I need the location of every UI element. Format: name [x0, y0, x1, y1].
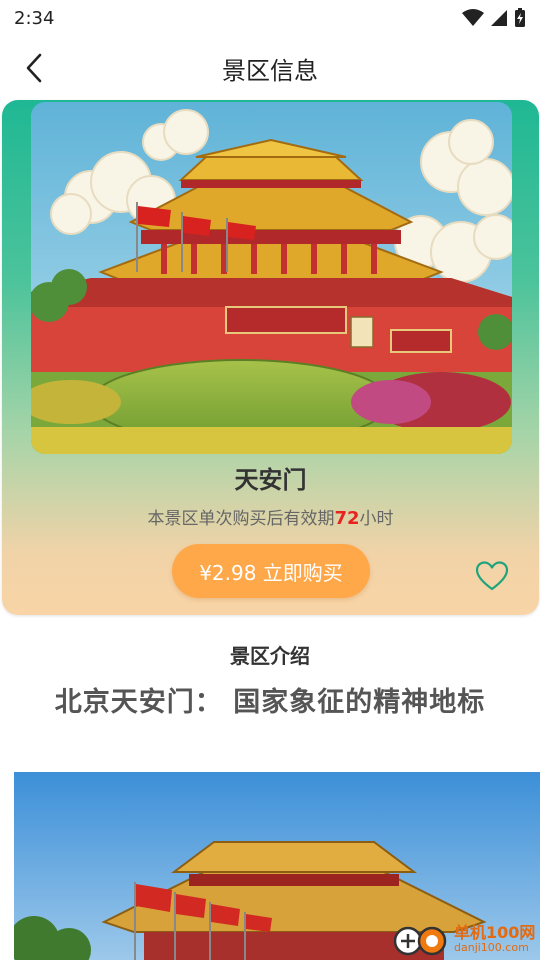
top-app-bar: 景区信息 [0, 36, 540, 100]
tiananmen-illustration [31, 102, 512, 454]
status-time: 2:34 [14, 7, 55, 29]
watermark-name: 单机100网 [454, 922, 536, 942]
scenic-spot-card: 天安门 本景区单次购买后有效期72小时 ¥2.98 立即购买 [2, 100, 539, 615]
page-title: 景区信息 [222, 56, 318, 85]
scenic-spot-name: 天安门 [234, 466, 307, 494]
watermark-url: danji100.com [454, 940, 529, 954]
validity-hours: 72 [334, 508, 360, 529]
status-bar: 2:34 [0, 0, 540, 36]
heart-outline-icon [475, 561, 509, 591]
validity-text: 本景区单次购买后有效期72小时 [2, 504, 539, 529]
back-button[interactable] [16, 50, 52, 86]
watermark: 单机100网 danji100.com [392, 918, 540, 960]
validity-prefix: 本景区单次购买后有效期 [147, 509, 335, 529]
buy-now-button[interactable]: ¥2.98 立即购买 [172, 544, 370, 598]
battery-icon [515, 8, 525, 27]
status-icons [462, 8, 526, 28]
article-title: 北京天安门： 国家象征的精神地标 [54, 687, 486, 718]
section-label-intro: 景区介绍 [230, 644, 310, 668]
favorite-button[interactable] [475, 560, 509, 594]
chevron-left-icon [26, 53, 42, 83]
wifi-icon [462, 9, 484, 26]
danji100-logo-icon [393, 926, 447, 956]
validity-suffix: 小时 [359, 509, 394, 529]
signal-icon [491, 10, 507, 26]
